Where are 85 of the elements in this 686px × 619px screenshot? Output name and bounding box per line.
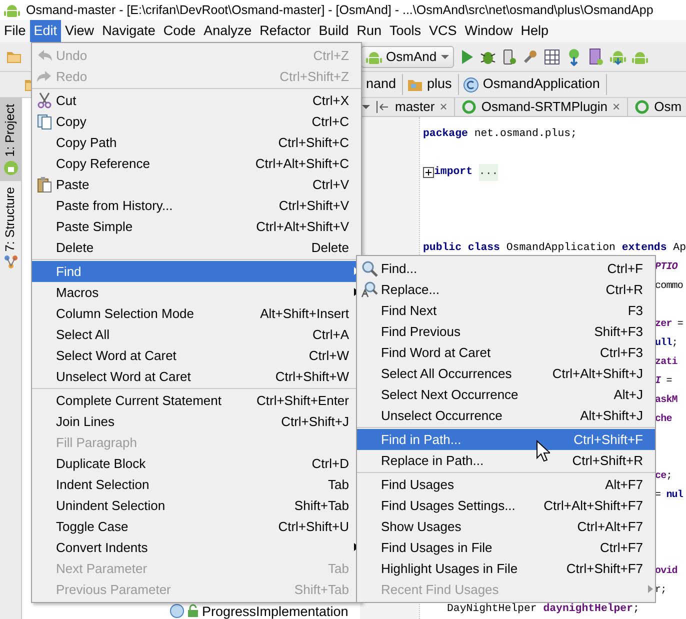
code-line: PTIO [655,261,678,275]
menu-item[interactable]: Show Usages Ctrl+Alt+F7 [357,516,655,537]
tab-label: Osm [654,98,682,116]
menu-item[interactable]: Find Word at Caret Ctrl+F3 [357,342,655,363]
menu-item[interactable]: View [61,20,98,42]
code-line: package net.osmand.plus; [423,127,577,142]
expand-icon[interactable] [423,167,434,178]
menu-item[interactable]: Run [352,20,386,42]
code-line: zati [655,356,678,370]
menu-item[interactable]: Cut Ctrl+X [32,90,361,111]
menu-item[interactable]: Paste from History... Ctrl+Shift+V [32,195,361,216]
code-line: r; [655,584,666,598]
grid-icon[interactable] [544,48,560,64]
menu-item[interactable]: Paste Simple Ctrl+Alt+Shift+V [32,216,361,237]
collapse-icon[interactable] [376,101,388,113]
menu-item[interactable]: Refactor [256,20,315,42]
menu-item[interactable]: Find Usages in File Ctrl+F7 [357,537,655,558]
menu-item[interactable]: Build [314,20,353,42]
menu-item[interactable]: Help [516,20,553,42]
menu-item[interactable]: Find in Path... Ctrl+Shift+F [357,429,655,450]
editor-tab[interactable]: master × [388,98,456,116]
code-line: import ... [434,164,498,181]
menu-item[interactable]: VCS [425,20,461,42]
menu-item[interactable]: Edit [30,20,62,42]
tab-label: Osmand-SRTMPlugin [481,98,608,116]
search-icon [361,260,378,277]
cursor-icon [536,440,550,462]
menu-item[interactable]: File [0,20,30,42]
code-line: commo [655,280,684,294]
menu-item[interactable]: Replace in Path... Ctrl+Shift+R [357,450,655,471]
code-line: che [655,412,672,427]
menu-item[interactable]: Tools [386,20,426,42]
menu-item[interactable]: Replace... Ctrl+R [357,279,655,300]
menu-item[interactable]: Delete Delete [32,237,361,258]
menu-item[interactable]: Paste Ctrl+V [32,174,361,195]
wrench-icon[interactable] [522,48,538,64]
menu-item[interactable]: Select All Occurrences Ctrl+Alt+Shift+J [357,363,655,384]
folder-icon [407,78,424,92]
breadcrumb[interactable]: plus [403,74,459,95]
code-line: ce; [655,470,672,484]
code-line: I = [655,375,672,389]
phone-icon[interactable] [502,48,516,64]
scissors-icon [36,92,53,109]
close-button[interactable]: × [612,98,620,116]
app-icon [635,100,650,114]
code-line: ovid [655,564,678,579]
menu-item[interactable]: Find Usages Settings... Ctrl+Alt+Shift+F7 [357,495,655,516]
breadcrumb[interactable]: OsmandApplication [458,74,607,95]
copy-icon [36,113,53,130]
caret-icon[interactable] [362,104,370,110]
lock-icon [187,604,199,618]
caret-icon [440,54,449,60]
replace-icon [361,281,378,298]
menu-item[interactable]: Find Previous Shift+F3 [357,321,655,342]
structure-icon [4,255,18,270]
tree-item[interactable]: ProgressImplementation [202,604,348,618]
menu-item[interactable]: Find Next F3 [357,300,655,321]
menu-item[interactable]: Window [460,20,517,42]
menu-item[interactable]: Copy Ctrl+C [32,111,361,132]
app-icon [462,100,476,114]
editor-tab[interactable]: Osm [628,98,686,116]
close-button[interactable]: × [440,98,448,116]
menu-item[interactable]: Copy Reference Ctrl+Alt+Shift+C [32,153,361,174]
menu-item[interactable]: Code [159,20,200,42]
tool-window-tab[interactable]: 1: Project [0,98,21,181]
menu-item[interactable]: Highlight Usages in File Ctrl+Shift+F7 [357,558,655,579]
code-line: public class OsmandApplication extends Ap [423,241,686,256]
submenu-arrow-icon [648,585,653,593]
window-title: Osmand-master - [E:\crifan\DevRoot\Osmand-master] - [OsmAnd] - ...\OsmAnd\src\net\osmand\plus\OsmandApp [26,2,654,19]
menu-item[interactable]: Analyze [200,20,256,42]
menu-item[interactable]: Select Next Occurrence Alt+J [357,384,655,405]
run-config-dropdown[interactable]: OsmAnd [361,46,454,68]
tab-label: master [395,98,435,116]
menu-item[interactable]: Find Usages Alt+F7 [357,474,655,495]
menu-item[interactable]: Navigate [98,20,160,42]
device-icon[interactable] [588,48,604,66]
clipboard-icon [36,176,53,193]
menu-item[interactable]: Unselect Occurrence Alt+Shift+J [357,405,655,426]
editor-tab[interactable]: Osmand-SRTMPlugin × [455,98,628,116]
code-line: askM [655,394,678,408]
code-line: DayNightHelper daynightHelper; [447,602,640,618]
menu-item[interactable]: Copy Path Ctrl+Shift+C [32,132,361,153]
code-line: zer = [655,318,684,332]
tool-window-tab[interactable]: 7: Structure [0,180,21,276]
play-icon[interactable] [460,48,474,64]
